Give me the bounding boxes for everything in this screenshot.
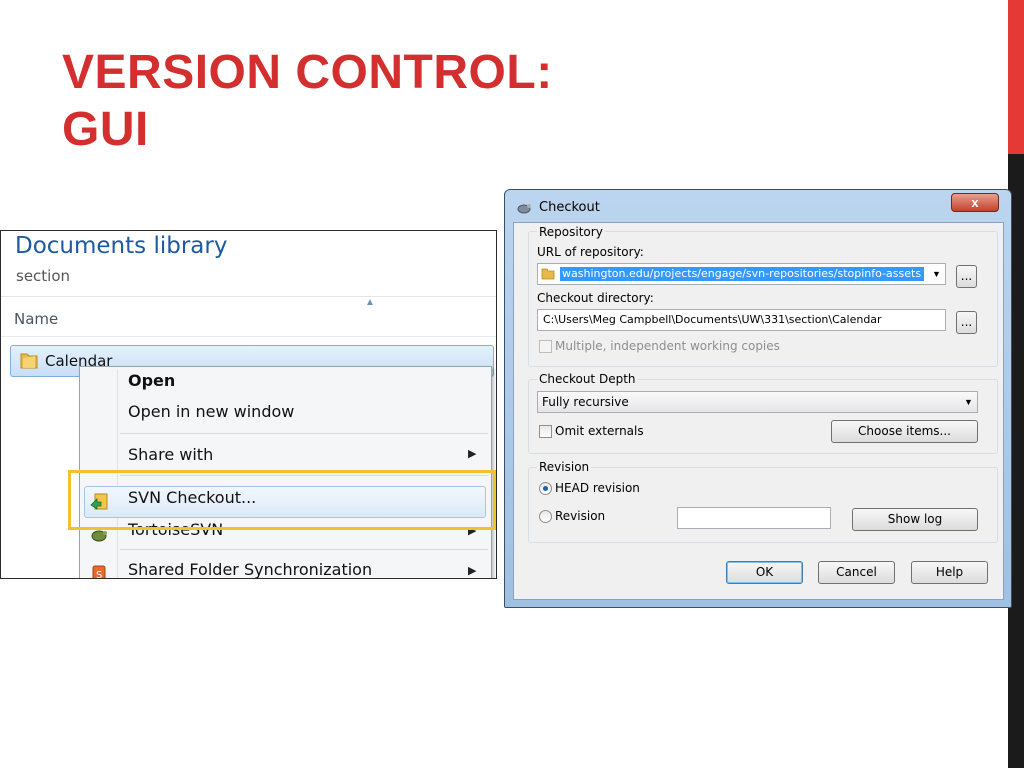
ok-button[interactable]: OK <box>726 561 803 584</box>
slide-title-line-2: GUI <box>62 103 149 156</box>
folder-icon <box>541 268 555 280</box>
menu-item-open[interactable]: Open <box>128 371 175 390</box>
browse-dir-button[interactable]: ... <box>956 311 977 334</box>
revision-radio[interactable] <box>539 510 552 523</box>
menu-item-shared-folder-sync[interactable]: Shared Folder Synchronization <box>128 560 372 578</box>
sort-ascending-icon[interactable]: ▲ <box>365 297 375 308</box>
depth-select-value: Fully recursive <box>542 395 629 409</box>
revision-input[interactable] <box>677 507 831 529</box>
dialog-body: Repository URL of repository: washington… <box>513 222 1004 600</box>
revision-group-label: Revision <box>537 460 592 474</box>
tortoisesvn-icon <box>517 204 531 214</box>
submenu-arrow-icon: ▶ <box>468 565 477 577</box>
sync-icon: S <box>92 565 106 579</box>
folder-icon <box>20 353 38 369</box>
menu-separator <box>120 549 488 550</box>
close-icon[interactable]: x <box>951 193 999 212</box>
dialog-title: Checkout <box>539 200 600 215</box>
header-divider <box>1 296 496 297</box>
checkout-dialog: Checkout x Repository URL of repository:… <box>504 189 1012 608</box>
choose-items-button[interactable]: Choose items... <box>831 420 978 443</box>
slide-title: VERSION CONTROL: GUI <box>62 44 702 158</box>
repository-group-label: Repository <box>537 225 605 239</box>
checkout-dir-field[interactable]: C:\Users\Meg Campbell\Documents\UW\331\s… <box>537 309 946 331</box>
checkout-dir-input[interactable]: C:\Users\Meg Campbell\Documents\UW\331\s… <box>543 313 882 326</box>
submenu-arrow-icon: ▶ <box>468 448 477 460</box>
help-button[interactable]: Help <box>911 561 988 584</box>
url-label: URL of repository: <box>537 245 644 259</box>
svg-text:S: S <box>96 570 102 579</box>
omit-externals-checkbox[interactable] <box>539 425 552 438</box>
revision-label: Revision <box>555 509 606 523</box>
library-title: Documents library <box>15 233 228 259</box>
omit-externals-label: Omit externals <box>555 424 644 438</box>
head-revision-radio[interactable] <box>539 482 552 495</box>
slide-title-line-1: VERSION CONTROL: <box>62 46 553 99</box>
depth-select[interactable]: Fully recursive ▼ <box>537 391 978 413</box>
column-divider <box>1 336 496 337</box>
url-input[interactable]: washington.edu/projects/engage/svn-repos… <box>562 267 922 280</box>
menu-item-open-new-window[interactable]: Open in new window <box>128 402 294 421</box>
checkout-dir-label: Checkout directory: <box>537 291 654 305</box>
cancel-button[interactable]: Cancel <box>818 561 895 584</box>
url-combobox[interactable]: washington.edu/projects/engage/svn-repos… <box>537 263 946 285</box>
svn-checkout-callout-box <box>68 470 496 530</box>
slide-accent-bar-red <box>1008 0 1024 154</box>
checkout-depth-group-label: Checkout Depth <box>537 372 638 386</box>
menu-separator <box>120 433 488 434</box>
browse-url-button[interactable]: ... <box>956 265 977 288</box>
multiple-copies-checkbox[interactable] <box>539 340 552 353</box>
menu-item-share-with[interactable]: Share with <box>128 445 213 464</box>
revision-group <box>528 467 998 543</box>
multiple-copies-label: Multiple, independent working copies <box>555 339 780 353</box>
column-header-name[interactable]: Name <box>14 310 58 328</box>
head-revision-label: HEAD revision <box>555 481 640 495</box>
show-log-button[interactable]: Show log <box>852 508 978 531</box>
chevron-down-icon[interactable]: ▼ <box>932 269 941 279</box>
chevron-down-icon[interactable]: ▼ <box>964 397 973 407</box>
library-subtitle: section <box>16 267 71 285</box>
